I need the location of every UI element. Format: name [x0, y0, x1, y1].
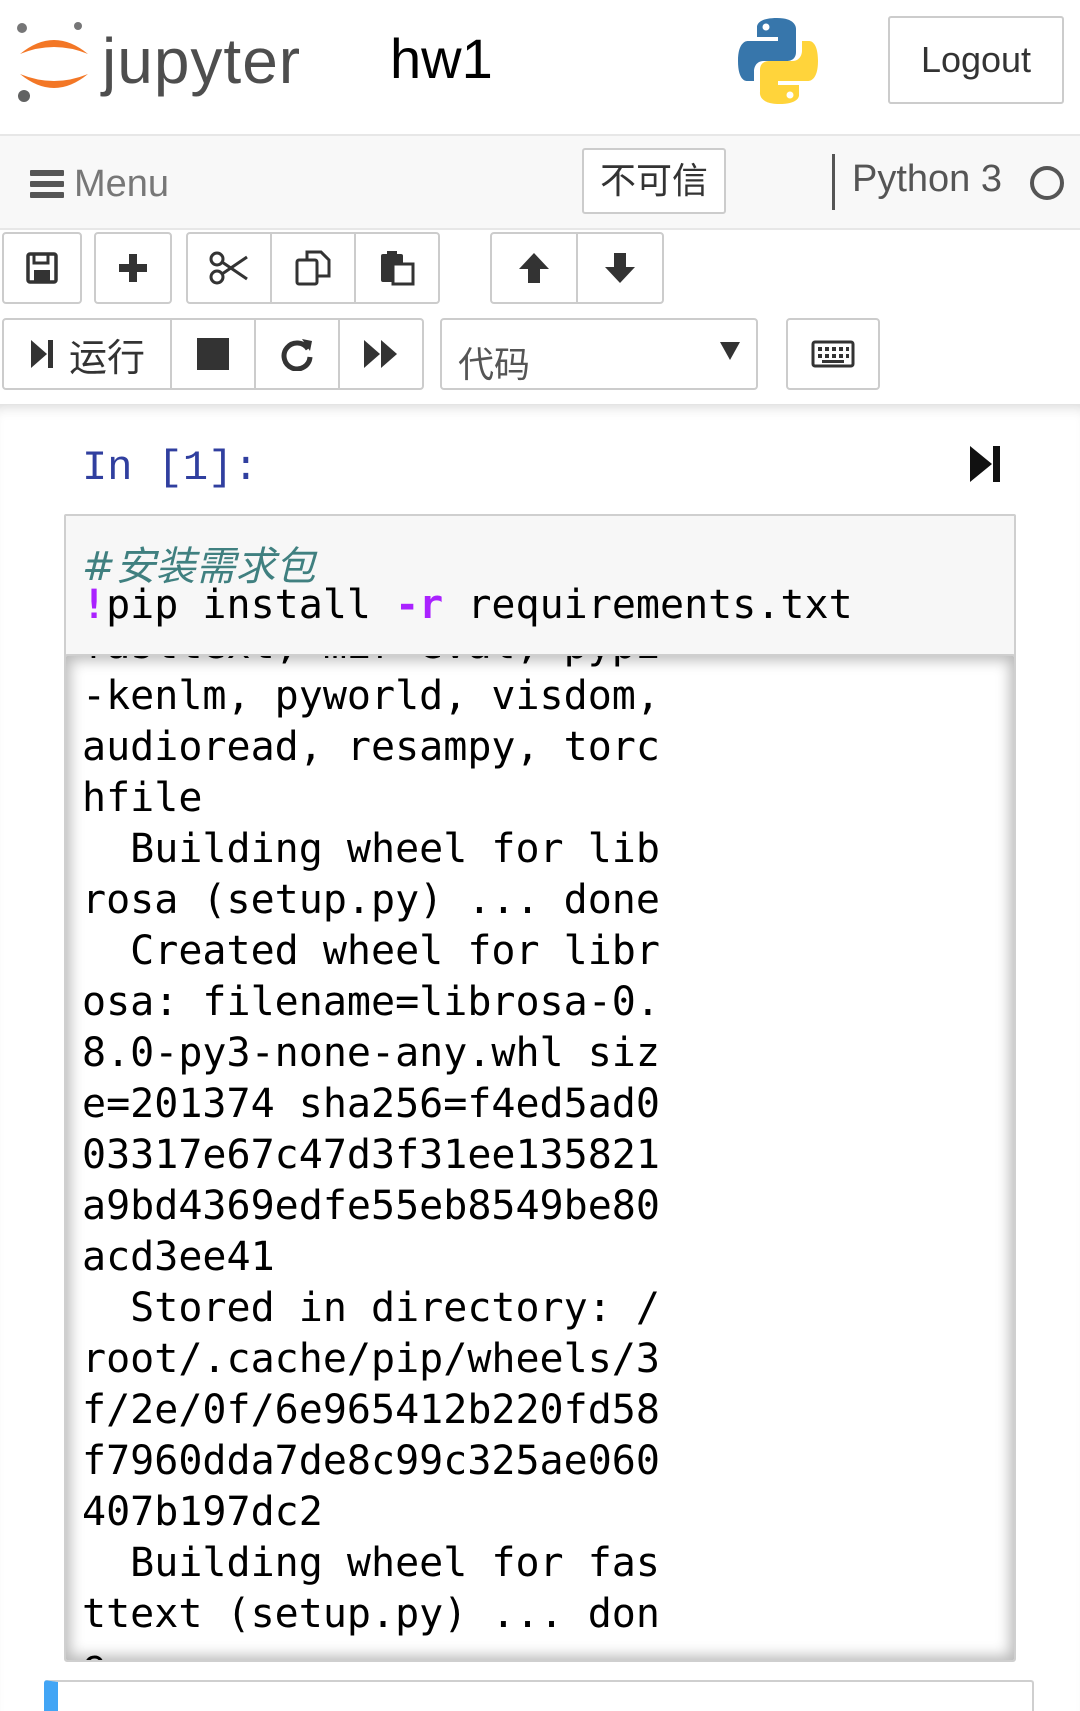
save-icon: [26, 252, 58, 284]
arrow-up-icon: [519, 253, 549, 283]
edit-group: [186, 232, 440, 304]
logout-button[interactable]: Logout: [888, 16, 1064, 104]
output-line: -kenlm, pyworld, visdom,: [82, 673, 660, 719]
output-line: f7960dda7de8c99c325ae060: [82, 1438, 660, 1484]
save-button[interactable]: [2, 232, 82, 304]
kernel-idle-indicator-icon: [1030, 166, 1064, 200]
fast-forward-icon: [364, 340, 397, 368]
output-line: f/2e/0f/6e965412b220fd58: [82, 1387, 660, 1433]
insert-group: [94, 232, 172, 304]
output-line: a9bd4369edfe55eb8549be80: [82, 1183, 660, 1229]
copy-button[interactable]: [270, 232, 356, 304]
move-up-button[interactable]: [490, 232, 578, 304]
output-line: e=201374 sha256=f4ed5ad0: [82, 1081, 660, 1127]
code-bang: !: [82, 582, 107, 628]
python-logo-icon: [738, 18, 818, 104]
output-line: Building wheel for fas: [82, 1540, 660, 1586]
jupyter-logo-icon: [17, 22, 88, 102]
code-input[interactable]: #安装需求包 !pip install -r requirements.txt: [64, 514, 1016, 658]
output-line: e: [82, 1640, 660, 1660]
copy-icon: [295, 250, 331, 286]
jupyter-brand-text: jupyter: [102, 25, 302, 97]
run-button-label: 运行: [68, 337, 145, 380]
output-line: audioread, resampy, torc: [82, 724, 660, 770]
stop-icon: [197, 338, 229, 370]
trust-notebook-button[interactable]: 不可信: [582, 148, 726, 214]
menu-toggle-button[interactable]: Menu: [30, 160, 169, 208]
code-args: requirements.txt: [443, 582, 853, 628]
cell-type-value: 代码: [458, 344, 531, 385]
output-line: fasttext, mir-eval, pypi: [82, 656, 660, 671]
paste-icon: [381, 251, 415, 286]
step-forward-icon: [30, 340, 53, 368]
output-area[interactable]: fasttext, mir-eval, pypi -kenlm, pyworld,…: [64, 654, 1016, 1662]
paste-button[interactable]: [354, 232, 440, 304]
output-line: 03317e67c47d3f31ee135821: [82, 1132, 660, 1178]
save-group: [2, 232, 82, 304]
run-button[interactable]: 运行: [2, 318, 172, 390]
output-line: hfile: [82, 775, 203, 821]
output-line: 407b197dc2: [82, 1489, 323, 1535]
code-command: pip install: [106, 582, 396, 628]
command-palette-button[interactable]: [786, 318, 880, 390]
caret-down-icon: [720, 342, 740, 360]
output-line: osa: filename=librosa-0.: [82, 979, 660, 1025]
toolbar: 运行 代码: [0, 232, 1080, 404]
jupyter-logo[interactable]: jupyter: [14, 20, 354, 110]
header: jupyter hw1 Logout: [0, 0, 1080, 130]
cell-type-select[interactable]: 代码: [440, 318, 758, 390]
scissors-icon: [209, 251, 248, 285]
next-cell-selected[interactable]: [44, 1680, 1034, 1711]
insert-cell-button[interactable]: [94, 232, 172, 304]
keyboard-icon: [811, 340, 855, 368]
restart-run-all-button[interactable]: [338, 318, 424, 390]
menubar: Menu 不可信 Python 3: [0, 134, 1080, 230]
menu-label: Menu: [74, 162, 170, 205]
output-line: 8.0-py3-none-any.whl siz: [82, 1030, 660, 1076]
output-line: root/.cache/pip/wheels/3: [82, 1336, 660, 1382]
output-line: Stored in directory: /: [82, 1285, 660, 1331]
output-line: Created wheel for libr: [82, 928, 660, 974]
restart-button[interactable]: [254, 318, 340, 390]
move-group: [490, 232, 664, 304]
cut-button[interactable]: [186, 232, 272, 304]
output-line: ttext (setup.py) ... don: [82, 1591, 660, 1637]
output-text: fasttext, mir-eval, pypi -kenlm, pyworld,…: [82, 656, 660, 1660]
notebook-name[interactable]: hw1: [390, 26, 493, 91]
kernel-name: Python 3: [852, 158, 1002, 200]
run-group: 运行: [2, 318, 424, 390]
move-down-button[interactable]: [576, 232, 664, 304]
notebook-container: In [1]: #安装需求包 !pip install -r requireme…: [0, 404, 1080, 1711]
code-flag: -r: [395, 582, 444, 628]
kernel-separator: [832, 154, 835, 210]
interrupt-button[interactable]: [170, 318, 256, 390]
run-cell-icon[interactable]: [968, 444, 1002, 484]
output-line: acd3ee41: [82, 1234, 275, 1280]
hamburger-icon: [30, 170, 64, 198]
input-prompt: In [1]:: [82, 444, 259, 492]
code-line-2: !pip install -r requirements.txt: [82, 582, 853, 628]
plus-icon: [119, 254, 147, 282]
output-line: rosa (setup.py) ... done: [82, 877, 660, 923]
output-line: Building wheel for lib: [82, 826, 660, 872]
arrow-down-icon: [605, 253, 635, 283]
restart-icon: [281, 339, 313, 371]
